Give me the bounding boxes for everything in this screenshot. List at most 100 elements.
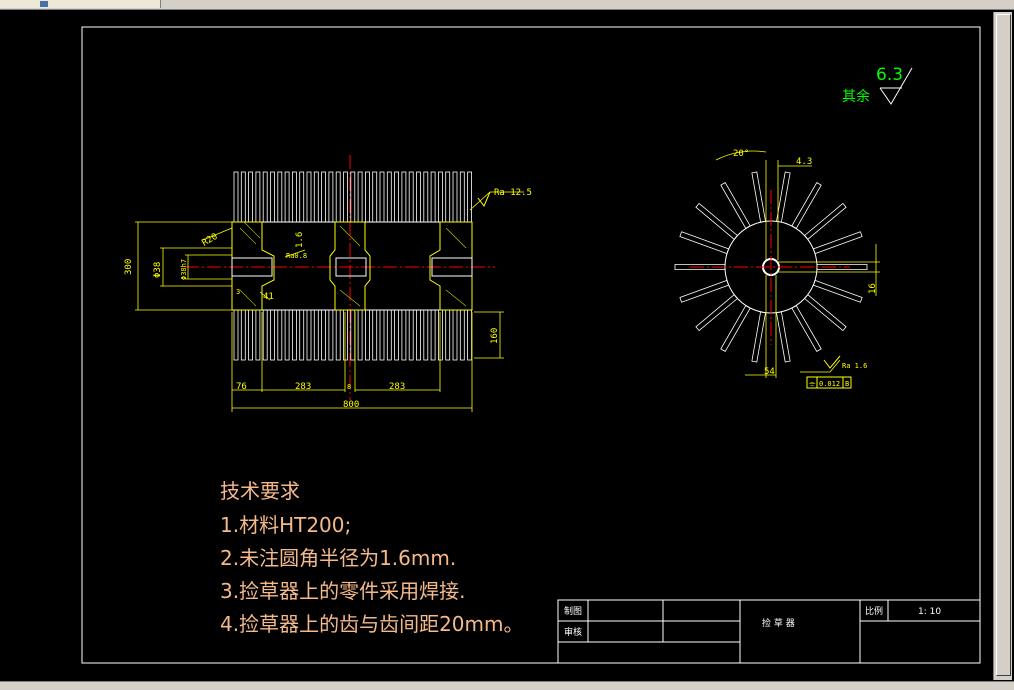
tooth [437,171,443,223]
tooth [343,171,348,223]
tooth [277,171,283,223]
tooth [299,309,305,361]
front-dimension-texts: Ra 12.5 R20 300 Φ38 Φ38h7 1.6 Ra0.8 41 3… [124,188,532,410]
tooth [306,171,312,223]
front-view: Ra 12.5 R20 300 Φ38 Φ38h7 1.6 Ra0.8 41 3… [124,155,532,412]
tooth [321,309,327,361]
drawing-border [81,26,981,664]
tolerance-symbol: ⌯ [809,379,816,388]
tooth [394,171,400,223]
dim-height-total: 300 [124,259,134,275]
tooth [328,171,334,223]
tooth [306,309,312,361]
radial-tooth [791,305,822,352]
tooth [313,171,319,223]
tooth [335,171,341,223]
surface-finish-label: 其余 [842,88,870,105]
radial-tooth [695,294,738,332]
tooth [423,171,429,223]
tooth [386,171,392,223]
tooth [423,309,429,361]
tooth [240,171,246,223]
front-dimension-lines [135,191,524,412]
tooth [321,171,327,223]
dim-small: 3 [236,288,240,296]
tooth [350,171,356,223]
dim-span-1: 283 [295,382,311,392]
cad-drawing: 其余 6.3 Ra 12.5 R20 300 Φ38 Φ38h7 1.6 Ra0… [81,26,981,664]
radial-tooth [751,311,766,363]
radial-tooth [812,231,863,255]
tooth [401,171,407,223]
tech-requirements-title: 技术要求 [220,479,300,503]
tooth [335,309,341,361]
tech-requirement-4: 4.捡草器上的齿与齿间距20mm。 [220,612,524,636]
dim-hub-offset: 54 [764,367,775,377]
radial-tooth [804,202,847,240]
tooth [408,171,414,223]
tooth [430,171,436,223]
title-block [557,599,981,664]
tooth [416,171,421,223]
radial-tooth [776,311,791,363]
tooth [240,309,246,361]
dim-bore-ra: Ra0.8 [286,252,307,260]
tooth [248,309,254,361]
radial-tooth [695,202,738,240]
dim-angle: 20° [733,149,749,159]
surface-finish-value: 6.3 [876,65,903,85]
right-hub [429,221,473,311]
tooth [262,171,268,223]
tooth [372,171,378,223]
tooth [233,309,239,361]
tooth [379,309,385,361]
part-name: 捡 草 器 [762,617,795,629]
tooth [313,309,319,361]
tooth [270,171,275,223]
tooth [350,309,356,361]
tech-requirement-2: 2.未注圆角半径为1.6mm. [220,546,457,570]
dim-span-2: 283 [389,382,405,392]
tooth [255,309,261,361]
tooth [277,309,283,361]
tooth [445,309,451,361]
tooth [255,171,261,223]
tech-requirement-1: 1.材料HT200; [220,513,352,537]
vertical-scrollbar[interactable] [993,12,1012,680]
dim-left-end: 76 [236,382,247,392]
tooth [445,171,451,223]
tooth [248,171,254,223]
tooth [328,309,334,361]
teeth-bottom-row [233,309,473,361]
dim-mid: 8 [347,383,351,391]
tooth [270,309,275,361]
tolerance-datum: B [845,380,849,388]
radial-tooth [804,294,847,332]
dim-shaft-dia: Φ38 [153,262,163,278]
radial-tooth [720,182,751,229]
tooth [291,309,297,361]
tolerance-value: 0.012 [819,380,840,388]
scroll-thumb[interactable] [996,14,1011,676]
tooth [467,171,473,223]
drawn-label: 制图 [564,605,582,617]
side-view: 20° 4.3 16 54 Ra 1.6 ⌯ 0.012 B [674,149,880,389]
horizontal-scrollbar[interactable] [0,681,1014,690]
tooth [394,309,400,361]
teeth-top-row [233,171,473,223]
tooth [386,309,392,361]
dim-overall: 800 [343,400,359,410]
tooth [452,309,458,361]
radial-tooth [751,171,766,223]
tooth [284,309,290,361]
tooth [364,309,370,361]
dim-slot: 16 [868,283,878,294]
radial-tooth [679,231,730,255]
dim-tooth-len: 160 [490,328,500,344]
tooth [408,309,414,361]
tooth [284,171,290,223]
tooth [459,309,465,361]
roughness-side-icon [823,355,841,369]
tolerance-frame: ⌯ 0.012 B [806,376,852,389]
tooth [364,171,370,223]
